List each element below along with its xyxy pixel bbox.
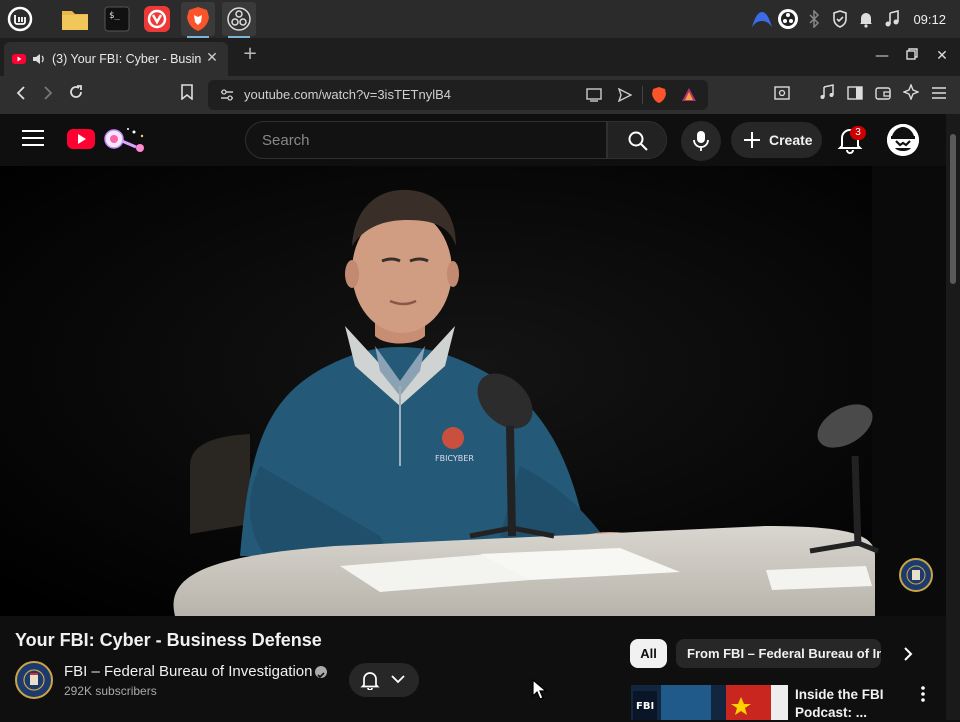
bluetooth-icon[interactable] — [803, 8, 825, 30]
chevron-down-icon — [391, 675, 405, 684]
speaker-icon[interactable] — [32, 53, 46, 65]
brave-shields-icon[interactable] — [650, 86, 668, 104]
search-placeholder: Search — [262, 132, 310, 149]
sidebar-toggle-icon[interactable] — [844, 84, 866, 106]
obs-icon[interactable] — [222, 2, 256, 38]
chip-from-channel[interactable]: From FBI – Federal Bureau of Investigati… — [676, 639, 881, 668]
close-window-icon[interactable]: ✕ — [932, 46, 952, 66]
tab-title: (3) Your FBI: Cyber - Busine — [52, 52, 202, 66]
brave-rewards-icon[interactable] — [681, 87, 697, 102]
svg-text:$_: $_ — [109, 11, 120, 21]
subscription-bell-button[interactable] — [349, 663, 419, 697]
search-input[interactable]: Search — [245, 121, 607, 159]
vivaldi-icon[interactable] — [140, 2, 174, 36]
account-avatar[interactable] — [887, 124, 919, 156]
search-icon — [628, 131, 648, 151]
microphone-icon — [693, 131, 709, 151]
new-tab-button[interactable]: + — [240, 44, 260, 64]
channel-avatar[interactable] — [15, 661, 53, 699]
browser-toolbar: youtube.com/watch?v=3isTETnylB4 — [0, 76, 960, 114]
bookmark-icon[interactable] — [176, 84, 198, 106]
shield-icon[interactable] — [829, 8, 851, 30]
address-bar[interactable]: youtube.com/watch?v=3isTETnylB4 — [208, 80, 708, 110]
notification-count-badge: 3 — [850, 126, 866, 140]
fbi-seal-watermark — [899, 558, 933, 592]
youtube-logo-icon[interactable] — [67, 129, 95, 149]
menu-icon[interactable] — [928, 84, 950, 106]
plus-icon — [744, 132, 760, 148]
recommendation-thumbnail[interactable]: FBI — [631, 685, 788, 720]
send-icon[interactable] — [618, 88, 632, 102]
vpn-icon[interactable] — [751, 8, 773, 30]
folder-icon[interactable] — [58, 2, 92, 36]
youtube-favicon-icon — [12, 54, 26, 64]
thumbnail-text: FBI — [636, 701, 654, 712]
wallet-icon[interactable] — [872, 84, 894, 106]
reader-mode-icon[interactable] — [771, 84, 793, 106]
site-settings-icon[interactable] — [220, 89, 234, 101]
channel-name[interactable]: FBI – Federal Bureau of Investigation — [64, 663, 312, 680]
create-label: Create — [769, 132, 813, 148]
system-tray: 09:12 — [747, 0, 960, 38]
recommendation-title[interactable]: Inside the FBI Podcast: ... — [795, 686, 905, 722]
obs-tray-icon[interactable] — [777, 8, 799, 30]
clock[interactable]: 09:12 — [913, 12, 946, 27]
tab-close-icon[interactable]: ✕ — [204, 50, 220, 66]
mint-menu-icon[interactable] — [3, 2, 37, 36]
subscriber-count: 292K subscribers — [64, 684, 157, 698]
search-button[interactable] — [607, 121, 667, 159]
notification-bell-icon[interactable] — [855, 8, 877, 30]
minimize-icon[interactable]: — — [872, 46, 892, 66]
forward-icon[interactable] — [37, 84, 59, 106]
create-button[interactable]: Create — [731, 122, 822, 158]
bell-icon — [360, 672, 380, 690]
browser-tab-bar: (3) Your FBI: Cyber - Busine ✕ — [0, 38, 960, 76]
chevron-right-icon[interactable] — [896, 645, 920, 669]
youtube-header: Search Create 3 — [0, 114, 946, 166]
leo-ai-icon[interactable] — [900, 83, 922, 106]
maximize-icon[interactable] — [902, 46, 922, 66]
chip-all[interactable]: All — [630, 639, 667, 668]
scrollbar-thumb[interactable] — [950, 134, 956, 284]
mouse-cursor-icon — [532, 679, 548, 700]
music-icon[interactable] — [881, 8, 903, 30]
video-frame: FBICYBER — [0, 166, 946, 616]
more-options-icon[interactable] — [916, 686, 930, 706]
video-title: Your FBI: Cyber - Business Defense — [15, 630, 322, 650]
brave-icon[interactable] — [181, 2, 215, 38]
reload-icon[interactable] — [65, 84, 87, 106]
page-scrollbar[interactable] — [946, 114, 960, 720]
guide-menu-icon[interactable] — [22, 130, 44, 148]
os-taskbar: $_ 09:12 — [0, 0, 960, 38]
sweatshirt-logo-text: FBICYBER — [435, 454, 474, 463]
video-player[interactable]: FBICYBER — [0, 166, 946, 616]
terminal-icon[interactable]: $_ — [100, 2, 134, 36]
media-icon[interactable] — [816, 84, 838, 106]
back-icon[interactable] — [10, 84, 32, 106]
youtube-doodle-icon[interactable] — [98, 124, 150, 154]
voice-search-button[interactable] — [681, 121, 721, 161]
browser-tab[interactable]: (3) Your FBI: Cyber - Busine ✕ — [4, 42, 228, 76]
cast-icon[interactable] — [586, 88, 602, 102]
url-text: youtube.com/watch?v=3isTETnylB4 — [244, 87, 452, 102]
verified-check-icon — [315, 666, 327, 679]
